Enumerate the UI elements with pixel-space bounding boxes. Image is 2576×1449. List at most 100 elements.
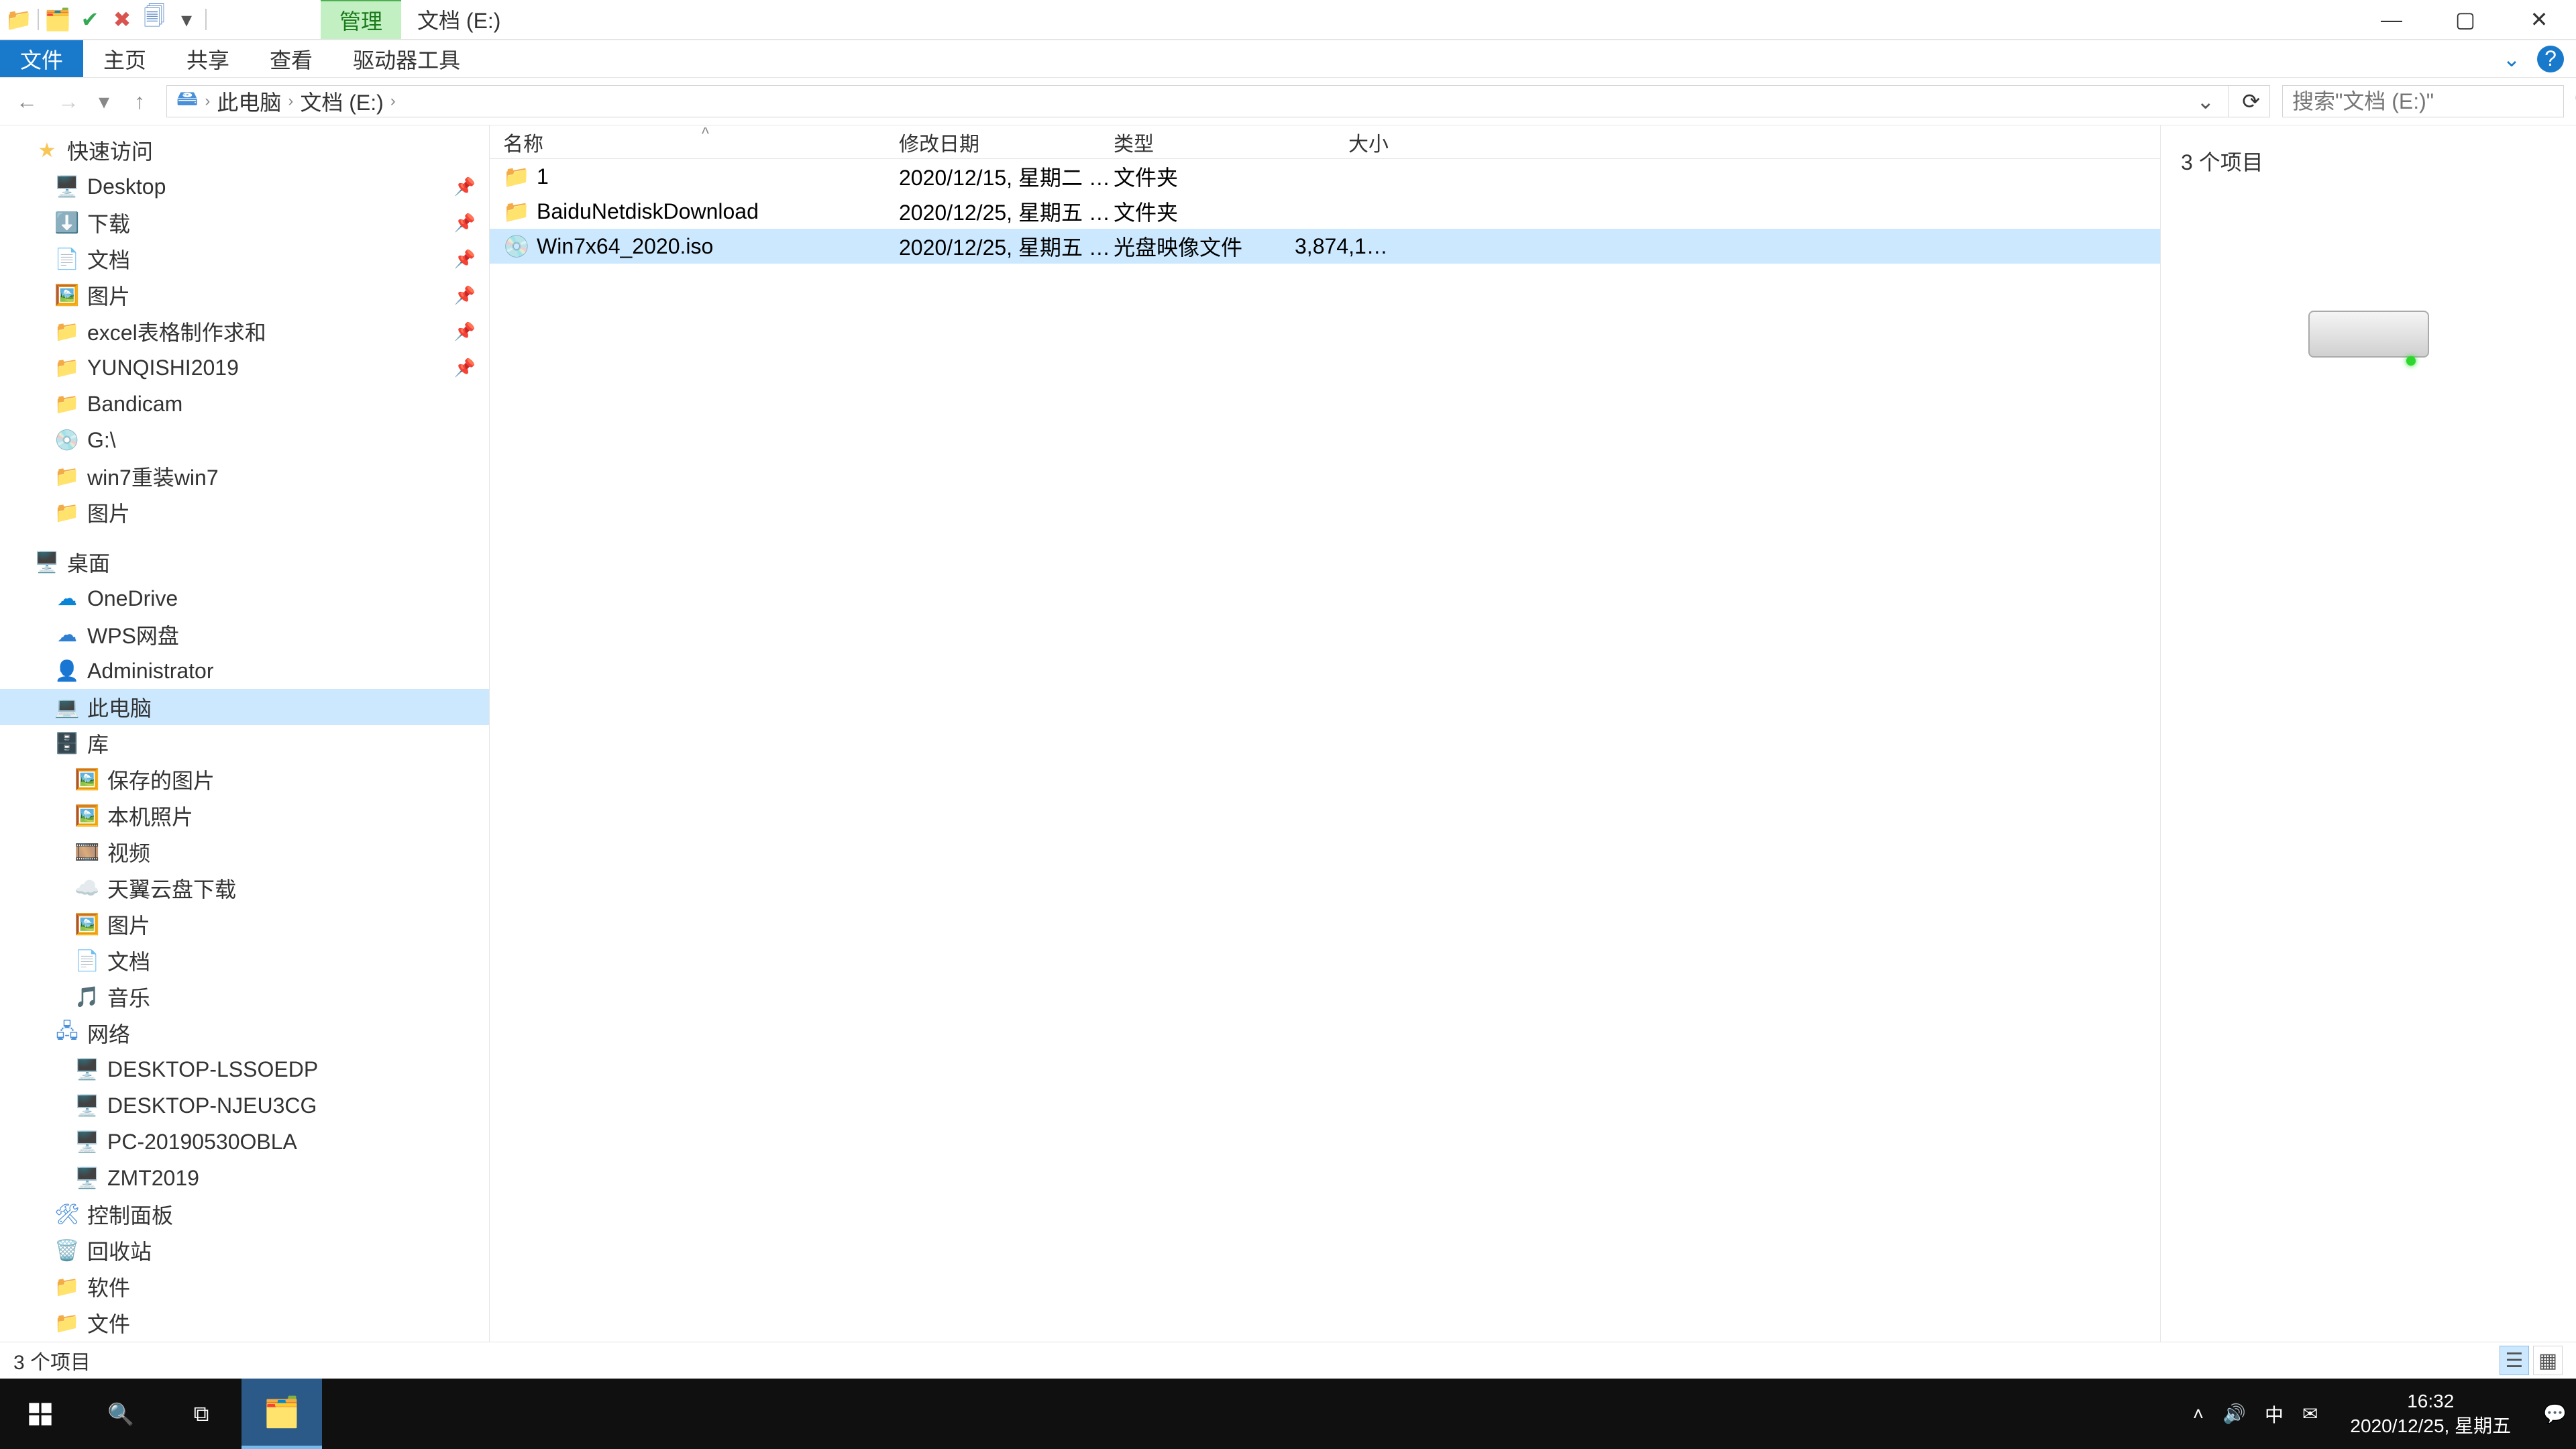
volume-icon[interactable]: 🔊 (2222, 1403, 2246, 1425)
file-date: 2020/12/15, 星期二 1... (899, 161, 1114, 192)
nav-library-item[interactable]: 📄文档 (0, 943, 489, 979)
nav-network-pc[interactable]: 🖥️DESKTOP-LSSOEDP (0, 1051, 489, 1087)
minimize-button[interactable]: — (2355, 0, 2428, 39)
folder-icon: 📄 (54, 248, 80, 271)
quick-access-toolbar: 📁 🗂️ ✔ ✖ 🗐 ▾ (0, 0, 207, 39)
nav-network[interactable]: 🖧 网络 (0, 1015, 489, 1051)
column-type[interactable]: 类型 (1114, 127, 1295, 157)
tray-overflow-icon[interactable]: ˄ (2193, 1403, 2204, 1425)
nav-network-pc[interactable]: 🖥️DESKTOP-NJEU3CG (0, 1087, 489, 1124)
file-row[interactable]: 📁12020/12/15, 星期二 1...文件夹 (490, 159, 2160, 194)
tab-home[interactable]: 主页 (83, 40, 166, 77)
nav-label: 音乐 (107, 981, 150, 1012)
breadcrumb-bar[interactable]: 🖴 › 此电脑 › 文档 (E:) › ⌄ ⟳ (166, 85, 2270, 117)
nav-library-item[interactable]: 🖼️图片 (0, 906, 489, 943)
clock[interactable]: 16:32 2020/12/25, 星期五 (2337, 1389, 2524, 1438)
folder-icon: 📁 (54, 392, 80, 416)
qat-dropdown-icon[interactable]: ▾ (173, 6, 200, 33)
nav-recent-item[interactable]: 💿G:\ (0, 422, 489, 458)
search-input[interactable] (2292, 89, 2574, 114)
tab-view[interactable]: 查看 (250, 40, 333, 77)
back-button[interactable]: ← (12, 87, 42, 116)
nav-this-pc[interactable]: 💻 此电脑 (0, 689, 489, 725)
up-button[interactable]: ↑ (125, 87, 154, 116)
nav-files[interactable]: 📁 文件 (0, 1305, 489, 1341)
nav-network-pc[interactable]: 🖥️ZMT2019 (0, 1160, 489, 1196)
separator (38, 9, 39, 30)
tray-app-icon[interactable]: ✉ (2302, 1403, 2318, 1425)
search-box[interactable]: 🔍 (2282, 85, 2564, 117)
tab-drive-tools[interactable]: 驱动器工具 (333, 40, 480, 77)
ime-indicator[interactable]: 中 (2265, 1401, 2284, 1428)
nav-pinned-item[interactable]: 🖼️图片📌 (0, 277, 489, 313)
qat-delete-icon[interactable]: ✖ (109, 6, 136, 33)
tab-file[interactable]: 文件 (0, 40, 83, 77)
window-controls: — ▢ ✕ (2355, 0, 2576, 39)
search-button[interactable]: 🔍 (80, 1379, 161, 1449)
start-button[interactable] (0, 1379, 80, 1449)
nav-software[interactable]: 📁 软件 (0, 1269, 489, 1305)
taskbar-explorer[interactable]: 🗂️ (241, 1379, 322, 1449)
column-date[interactable]: 修改日期 (899, 127, 1114, 157)
sort-asc-icon: ˄ (701, 127, 710, 140)
nav-pinned-item[interactable]: 🖥️Desktop📌 (0, 168, 489, 205)
nav-pinned-item[interactable]: 📁excel表格制作求和📌 (0, 313, 489, 350)
chevron-right-icon[interactable]: › (205, 92, 210, 111)
nav-recycle-bin[interactable]: 🗑️ 回收站 (0, 1232, 489, 1269)
nav-label: 回收站 (87, 1235, 152, 1266)
column-name[interactable]: 名称 ˄ (503, 127, 899, 157)
nav-pinned-item[interactable]: 📄文档📌 (0, 241, 489, 277)
qat-new-folder-icon[interactable]: 🗂️ (44, 6, 71, 33)
forward-button[interactable]: → (54, 87, 83, 116)
nav-library-item[interactable]: 🖼️本机照片 (0, 798, 489, 834)
drive-tools-context-tab[interactable]: 管理 (321, 0, 401, 39)
nav-onedrive[interactable]: ☁ OneDrive (0, 580, 489, 616)
control-panel-icon: 🛠 (54, 1203, 80, 1226)
file-row[interactable]: 💿Win7x64_2020.iso2020/12/25, 星期五 1...光盘映… (490, 229, 2160, 264)
nav-wps[interactable]: ☁ WPS网盘 (0, 616, 489, 653)
nav-quick-access[interactable]: ★ 快速访问 (0, 132, 489, 168)
folder-icon: 📁 (503, 164, 530, 189)
nav-pinned-item[interactable]: ⬇️下载📌 (0, 205, 489, 241)
nav-network-pc[interactable]: 🖥️PC-20190530OBLA (0, 1124, 489, 1160)
chevron-right-icon[interactable]: › (390, 92, 396, 111)
nav-recent-item[interactable]: 📁图片 (0, 494, 489, 531)
nav-library-item[interactable]: 🖼️保存的图片 (0, 761, 489, 798)
nav-control-panel[interactable]: 🛠 控制面板 (0, 1196, 489, 1232)
nav-library-item[interactable]: 🎵音乐 (0, 979, 489, 1015)
address-dropdown-icon[interactable]: ⌄ (2196, 89, 2214, 114)
tab-share[interactable]: 共享 (166, 40, 250, 77)
nav-label: 文档 (87, 244, 130, 274)
ribbon-expand-icon[interactable]: ⌄ (2498, 46, 2525, 72)
recent-dropdown-icon[interactable]: ▾ (95, 87, 113, 116)
refresh-icon[interactable]: ⟳ (2242, 89, 2260, 114)
nav-desktop[interactable]: 🖥️ 桌面 (0, 544, 489, 580)
help-icon[interactable]: ? (2537, 46, 2564, 72)
nav-library-item[interactable]: ☁️天翼云盘下载 (0, 870, 489, 906)
maximize-button[interactable]: ▢ (2428, 0, 2502, 39)
file-list[interactable]: 名称 ˄ 修改日期 类型 大小 📁12020/12/15, 星期二 1...文件… (490, 125, 2160, 1342)
navigation-pane[interactable]: ★ 快速访问 🖥️Desktop📌⬇️下载📌📄文档📌🖼️图片📌📁excel表格制… (0, 125, 490, 1342)
file-type: 文件夹 (1114, 161, 1295, 192)
qat-undo-icon[interactable]: 🗐 (141, 6, 168, 33)
nav-label: 视频 (107, 837, 150, 867)
column-size[interactable]: 大小 (1295, 127, 1402, 157)
breadcrumb-this-pc[interactable]: 此电脑 (217, 86, 281, 117)
action-center-icon[interactable]: 💬 (2543, 1403, 2567, 1425)
chevron-right-icon[interactable]: › (288, 92, 293, 111)
nav-recent-item[interactable]: 📁Bandicam (0, 386, 489, 422)
close-button[interactable]: ✕ (2502, 0, 2576, 39)
nav-libraries[interactable]: 🗄️ 库 (0, 725, 489, 761)
nav-library-item[interactable]: 🎞️ 视频 (0, 834, 489, 870)
library-item-icon: 🎞️ (74, 841, 101, 864)
qat-properties-icon[interactable]: ✔ (76, 6, 103, 33)
view-details-button[interactable]: ☰ (2500, 1346, 2529, 1375)
breadcrumb-drive[interactable]: 文档 (E:) (300, 86, 383, 117)
file-row[interactable]: 📁BaiduNetdiskDownload2020/12/25, 星期五 1..… (490, 194, 2160, 229)
nav-recent-item[interactable]: 📁win7重装win7 (0, 458, 489, 494)
nav-administrator[interactable]: 👤 Administrator (0, 653, 489, 689)
task-view-button[interactable]: ⧉ (161, 1379, 241, 1449)
view-large-icons-button[interactable]: ▦ (2533, 1346, 2563, 1375)
star-icon: ★ (34, 139, 60, 162)
nav-pinned-item[interactable]: 📁YUNQISHI2019📌 (0, 350, 489, 386)
